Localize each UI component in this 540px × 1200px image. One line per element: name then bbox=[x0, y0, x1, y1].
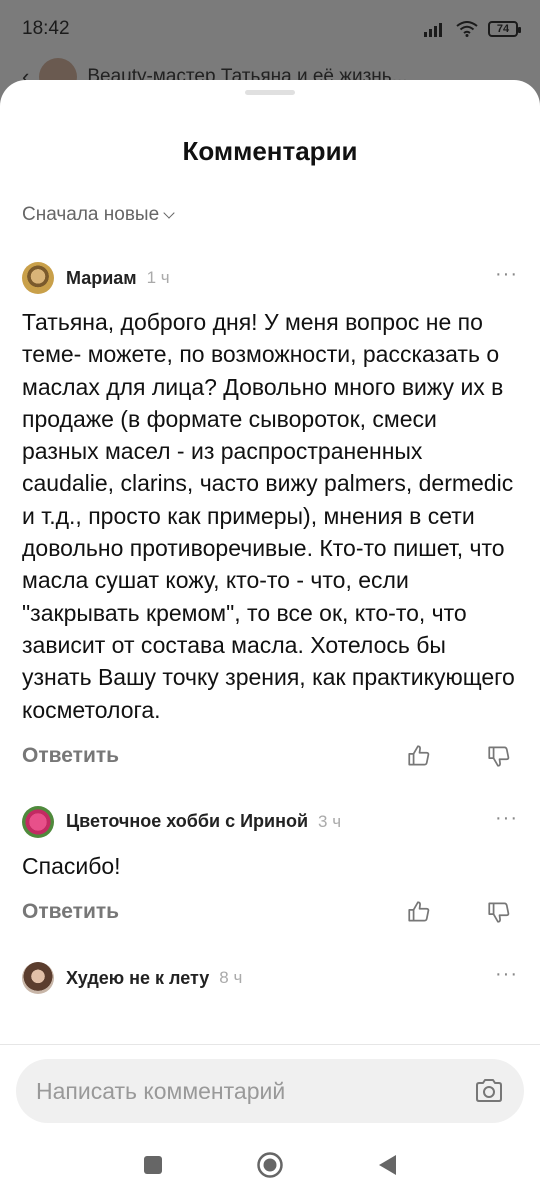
comment-header: Цветочное хобби с Ириной 3 ч ··· bbox=[22, 804, 518, 840]
reaction-buttons bbox=[406, 743, 518, 769]
comment-author[interactable]: Мариам bbox=[66, 268, 137, 289]
status-icons: 74 bbox=[424, 21, 521, 37]
comment-input-container bbox=[16, 1059, 524, 1123]
avatar[interactable] bbox=[22, 805, 54, 838]
comment-header: Худею не к лету 8 ч ··· bbox=[22, 960, 518, 996]
sort-dropdown[interactable]: Сначала новые bbox=[22, 204, 175, 226]
comments-list[interactable]: Мариам 1 ч ··· Татьяна, доброго дня! У м… bbox=[0, 260, 540, 1044]
more-icon[interactable]: ··· bbox=[495, 808, 518, 831]
comment-text: Татьяна, доброго дня! У меня вопрос не п… bbox=[22, 309, 515, 723]
comment-item: Цветочное хобби с Ириной 3 ч ··· Спасибо… bbox=[0, 804, 540, 932]
status-time: 18:42 bbox=[22, 18, 70, 39]
home-icon[interactable] bbox=[256, 1151, 284, 1179]
comment-actions: Ответить bbox=[22, 892, 518, 932]
thumb-down-icon[interactable] bbox=[486, 899, 512, 925]
comment-item: Худею не к лету 8 ч ··· bbox=[0, 960, 540, 996]
thumb-up-icon[interactable] bbox=[406, 899, 432, 925]
avatar[interactable] bbox=[22, 262, 54, 294]
battery-icon: 74 bbox=[488, 21, 521, 37]
comment-author[interactable]: Цветочное хобби с Ириной bbox=[66, 811, 308, 832]
status-bar: 18:42 74 bbox=[0, 0, 540, 58]
comment-time: 8 ч bbox=[219, 968, 243, 988]
reply-button[interactable]: Ответить bbox=[22, 900, 119, 924]
reaction-buttons bbox=[406, 899, 518, 925]
comment-actions: Ответить bbox=[22, 736, 518, 776]
recents-icon[interactable] bbox=[142, 1154, 164, 1176]
comment-time: 3 ч bbox=[318, 811, 342, 831]
chevron-down-icon bbox=[163, 206, 175, 219]
wifi-icon bbox=[456, 21, 478, 37]
comment-text: Спасибо! bbox=[22, 852, 121, 879]
thumb-up-icon[interactable] bbox=[406, 743, 432, 769]
camera-icon[interactable] bbox=[474, 1078, 504, 1104]
comment-header: Мариам 1 ч ··· bbox=[22, 260, 518, 296]
comment-input-bar bbox=[0, 1044, 540, 1136]
comment-input[interactable] bbox=[36, 1077, 474, 1105]
signal-icon bbox=[424, 23, 442, 37]
comment-time: 1 ч bbox=[146, 268, 170, 287]
comments-sheet: Комментарии Сначала новые Мариам 1 ч ···… bbox=[0, 80, 540, 1200]
more-icon[interactable]: ··· bbox=[495, 964, 518, 987]
back-icon[interactable] bbox=[376, 1153, 398, 1177]
sort-label: Сначала новые bbox=[22, 204, 160, 225]
thumb-down-icon[interactable] bbox=[486, 743, 512, 769]
more-icon[interactable]: ··· bbox=[495, 264, 518, 287]
comment-item: Мариам 1 ч ··· Татьяна, доброго дня! У м… bbox=[0, 260, 540, 776]
reply-button[interactable]: Ответить bbox=[22, 744, 119, 768]
avatar[interactable] bbox=[22, 962, 54, 995]
sheet-drag-handle[interactable] bbox=[245, 90, 295, 95]
battery-level: 74 bbox=[496, 23, 510, 35]
system-nav-bar bbox=[0, 1130, 540, 1200]
comment-author[interactable]: Худею не к лету bbox=[66, 968, 209, 989]
sheet-title: Комментарии bbox=[182, 136, 358, 166]
